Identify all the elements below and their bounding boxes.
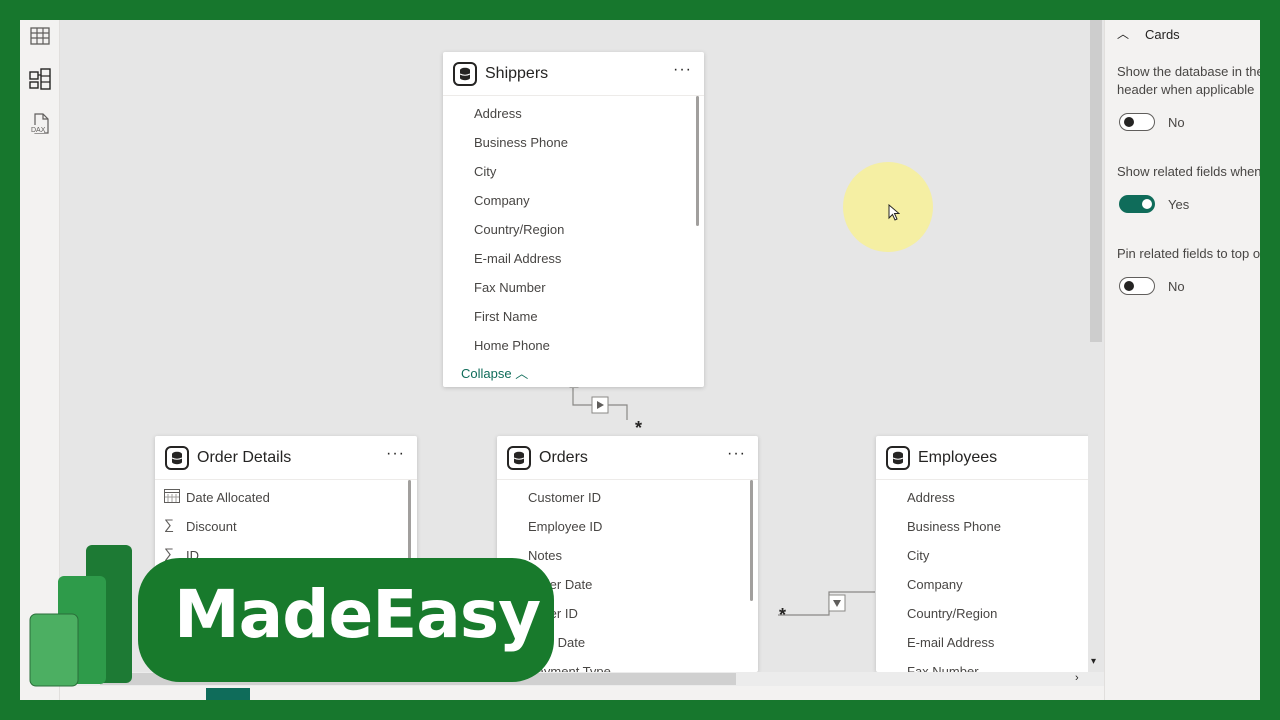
chevron-up-icon: ︿: [515, 366, 529, 381]
card-title: Shippers: [485, 65, 549, 82]
mouse-pointer-icon: [888, 204, 900, 221]
database-icon: [165, 446, 189, 470]
field-item[interactable]: Address: [474, 106, 522, 121]
field-item[interactable]: Customer ID: [528, 490, 601, 505]
layout-tab-active[interactable]: [206, 688, 250, 700]
toggle-knob: [1142, 199, 1152, 209]
table-view-button[interactable]: [26, 22, 54, 50]
collapse-label: Collapse: [461, 366, 512, 381]
table-view-icon: [30, 27, 50, 45]
field-item[interactable]: E-mail Address: [907, 635, 994, 650]
field-item[interactable]: Fax Number: [907, 664, 979, 672]
card-header: Employees: [876, 436, 1088, 480]
excel-made-easy-logo-icon: [29, 545, 132, 687]
card-header: Orders ···: [497, 436, 758, 480]
toggle-value: No: [1168, 115, 1185, 130]
setting-label: Pin related fields to top of card: [1117, 246, 1260, 261]
field-item[interactable]: First Name: [474, 309, 538, 324]
dax-query-view-button[interactable]: DAX: [26, 110, 54, 138]
calendar-icon: [164, 488, 180, 506]
more-options-button[interactable]: ···: [386, 445, 405, 463]
field-item[interactable]: Fax Number: [474, 280, 546, 295]
field-item[interactable]: City: [907, 548, 929, 563]
database-icon: [453, 62, 477, 86]
canvas-vertical-scroll-thumb[interactable]: [1090, 20, 1102, 342]
field-item[interactable]: Business Phone: [474, 135, 568, 150]
card-scrollbar[interactable]: [750, 480, 753, 601]
dax-query-view-icon: DAX: [30, 113, 49, 134]
field-item[interactable]: Discount: [186, 519, 237, 534]
field-item[interactable]: E-mail Address: [474, 251, 561, 266]
scroll-right-arrow-icon[interactable]: ›: [1075, 672, 1079, 684]
field-item[interactable]: Company: [474, 193, 530, 208]
cardinality-many-label: *: [779, 605, 787, 625]
database-icon: [886, 446, 910, 470]
card-header: Shippers ···: [443, 52, 704, 96]
model-view-icon: [29, 68, 51, 90]
card-title: Order Details: [197, 449, 292, 466]
card-header: Order Details ···: [155, 436, 417, 480]
section-title-cards[interactable]: Cards: [1145, 27, 1180, 42]
sigma-icon: ∑: [164, 516, 174, 532]
field-item[interactable]: Home Phone: [474, 338, 550, 353]
field-item[interactable]: Company: [907, 577, 963, 592]
toggle-show-related-fields[interactable]: [1119, 195, 1155, 213]
setting-label: Show related fields when card is collaps…: [1117, 164, 1260, 179]
toggle-show-database[interactable]: [1119, 113, 1155, 131]
dax-label: DAX: [31, 127, 46, 134]
field-item[interactable]: Employee ID: [528, 519, 602, 534]
toggle-knob: [1124, 281, 1134, 291]
badge-text: MadeEasy: [174, 576, 541, 653]
collapse-link[interactable]: Collapse ︿: [461, 363, 528, 382]
table-card-shippers[interactable]: Shippers ··· Address Business Phone City…: [443, 52, 704, 387]
field-item[interactable]: Country/Region: [474, 222, 564, 237]
toggle-knob: [1124, 117, 1134, 127]
relationship-line-orders-employees[interactable]: [778, 591, 875, 616]
more-options-button[interactable]: ···: [673, 61, 692, 79]
made-easy-badge: MadeEasy: [138, 558, 554, 682]
field-item[interactable]: Business Phone: [907, 519, 1001, 534]
field-item[interactable]: Notes: [528, 548, 562, 563]
card-scrollbar[interactable]: [696, 96, 699, 226]
field-item[interactable]: Address: [907, 490, 955, 505]
card-title: Employees: [918, 449, 998, 466]
toggle-pin-related-fields[interactable]: [1119, 277, 1155, 295]
model-view-button[interactable]: [26, 65, 54, 93]
field-item[interactable]: Country/Region: [907, 606, 997, 621]
card-scrollbar[interactable]: [408, 480, 411, 560]
field-item[interactable]: Date Allocated: [186, 490, 270, 505]
setting-label: Show the database in the header when app…: [1117, 64, 1260, 97]
more-options-button[interactable]: ···: [727, 445, 746, 463]
toggle-value: Yes: [1168, 197, 1190, 212]
properties-pane: ︿ Cards Show the database in the header …: [1104, 20, 1260, 700]
toggle-value: No: [1168, 279, 1185, 294]
field-item[interactable]: City: [474, 164, 496, 179]
table-card-employees[interactable]: Employees Address Business Phone City Co…: [876, 436, 1088, 672]
scroll-down-arrow-icon[interactable]: ▾: [1091, 656, 1096, 667]
database-icon: [507, 446, 531, 470]
card-title: Orders: [539, 449, 588, 466]
chevron-up-icon[interactable]: ︿: [1117, 25, 1129, 42]
